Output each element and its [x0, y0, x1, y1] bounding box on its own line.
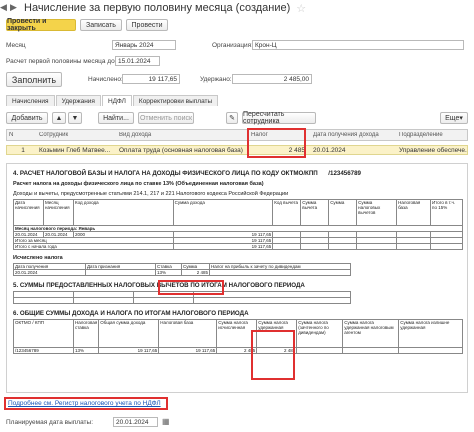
row-date[interactable]: 20.01.2024	[311, 147, 397, 154]
fill-button[interactable]: Заполнить	[6, 72, 62, 87]
tax-highlight-box	[247, 128, 306, 158]
report-panel: 4. РАСЧЕТ НАЛОГОВОЙ БАЗЫ И НАЛОГА НА ДОХ…	[6, 163, 468, 393]
t3-r-c3: 19 117,65	[158, 347, 218, 354]
rate-sum-highlight-box	[158, 280, 224, 295]
more-button[interactable]: Еще ▾	[440, 112, 468, 124]
tab-accruals[interactable]: Начисления	[6, 95, 55, 106]
register-link-box: Подробнее см. Регистр налогового учета п…	[4, 397, 168, 410]
t3-r-c0: /123456789	[13, 347, 74, 354]
income-table: Дата начисления Месяц начисления Код дох…	[13, 199, 463, 250]
withheld-highlight-box	[251, 330, 295, 380]
t3-h8: Сумма налога излишне удержанная	[398, 319, 463, 348]
calc-label: Расчет первой половины месяца до:	[6, 58, 117, 65]
section-4-title: 4. РАСЧЕТ НАЛОГОВОЙ БАЗЫ И НАЛОГА НА ДОХ…	[13, 170, 318, 177]
rate-subtitle: Расчет налога на доходы физического лица…	[13, 181, 264, 187]
forward-arrow-icon[interactable]: ▶	[10, 2, 20, 12]
accrued-field: 19 117,65	[122, 74, 180, 84]
table-row[interactable]: 1 Козьмин Глеб Матвее... Оплата труда (о…	[6, 145, 468, 155]
tab-deductions[interactable]: Удержания	[55, 95, 101, 106]
t1-h6: Сумма	[328, 199, 358, 226]
org-label: Организация:	[212, 42, 254, 49]
col-n: N	[9, 132, 14, 138]
accrued-label: Начислено:	[88, 76, 123, 83]
t1-total-ytd-label: Итого с начала года	[13, 243, 174, 250]
t3-r-c2: 19 117,65	[98, 347, 160, 354]
section-5-title: 5. СУММЫ ПРЕДОСТАВЛЕННЫХ НАЛОГОВЫХ ВЫЧЕТ…	[13, 282, 305, 289]
t1-total-ytd-value: 19 117,65	[172, 243, 274, 250]
t1-h1: Месяц начисления	[42, 199, 74, 226]
window-title: Начисление за первую половину месяца (со…	[24, 2, 291, 14]
back-arrow-icon[interactable]: ◀	[0, 2, 10, 12]
calc-tax-title: Исчислено налога	[13, 255, 63, 261]
totals-table: ОКТМО / КПП Налоговая ставка Общая сумма…	[13, 319, 463, 354]
recalc-button[interactable]: Пересчитать сотрудника	[242, 111, 316, 125]
tabs: Начисления Удержания НДФЛ Корректировки …	[6, 95, 219, 106]
t2-r-c2: 13%	[155, 269, 182, 276]
t3-h3: Налоговая база	[158, 319, 218, 348]
t2-r-c3: 2 485	[181, 269, 210, 276]
more-label: Еще	[445, 114, 460, 122]
t3-r-c1: 13%	[72, 347, 100, 354]
add-button[interactable]: Добавить	[6, 112, 48, 124]
up-arrow-icon[interactable]: ▲	[52, 112, 66, 124]
grid-header: N Сотрудник Вид дохода Налог Дата получе…	[6, 129, 468, 141]
edit-icon[interactable]: ✎	[226, 112, 238, 124]
register-link[interactable]: Подробнее см. Регистр налогового учета п…	[8, 400, 161, 407]
t3-h7: Сумма налога удержанная налоговым агенто…	[342, 319, 400, 348]
tab-ndfl[interactable]: НДФЛ	[101, 95, 132, 106]
t1-h3: Сумма дохода	[172, 199, 274, 226]
section-6-title: 6. ОБЩИЕ СУММЫ ДОХОДА И НАЛОГА ПО ИТОГАМ…	[13, 310, 249, 317]
section-4-code: /123456789	[328, 170, 361, 177]
t3-h0: ОКТМО / КПП	[13, 319, 74, 348]
col-income: Вид дохода	[119, 132, 152, 138]
t3-h6: Сумма налога (зачтенного по дивидендам)	[296, 319, 344, 348]
post-and-close-button[interactable]: Провести и закрыть	[6, 18, 76, 32]
month-field[interactable]: Январь 2024	[112, 40, 176, 50]
article-subtitle: Доходы и вычеты, предусмотренные статьям…	[13, 191, 289, 197]
title-bar: ◀ ▶ Начисление за первую половину месяца…	[0, 0, 474, 16]
month-label: Месяц	[6, 42, 26, 49]
pay-date-field[interactable]: 20.01.2024	[113, 417, 158, 427]
t1-h7: Сумма налоговых вычетов	[356, 199, 398, 226]
t1-h2: Код дохода	[72, 199, 174, 226]
star-icon[interactable]: ☆	[296, 2, 306, 15]
col-date: Дата получения дохода	[313, 132, 379, 138]
org-field[interactable]: Крон-Ц	[252, 40, 464, 50]
withheld-label: Удержано:	[200, 76, 232, 83]
row-dept[interactable]: Управление обеспече...	[397, 147, 467, 154]
row-n: 1	[21, 146, 25, 154]
withheld-field: 2 485,00	[232, 74, 312, 84]
t1-h9: Итого в т.ч. по 15%	[430, 199, 463, 226]
tab-corrections[interactable]: Корректировки выплаты	[132, 95, 219, 106]
col-dept: Подразделение	[399, 132, 443, 138]
find-button[interactable]: Найти...	[98, 112, 134, 124]
calc-date-field[interactable]: 15.01.2024	[115, 56, 160, 66]
cancel-search-button[interactable]: Отменить поиск	[138, 112, 194, 124]
col-employee: Сотрудник	[39, 132, 69, 138]
pay-date-label: Планируемая дата выплаты:	[6, 419, 93, 426]
calendar-icon[interactable]: ▦	[162, 417, 170, 426]
t3-h1: Налоговая ставка	[72, 319, 100, 348]
down-arrow-icon[interactable]: ▼	[68, 112, 82, 124]
row-employee[interactable]: Козьмин Глеб Матвее...	[37, 147, 117, 154]
t1-h0: Дата начисления	[13, 199, 44, 226]
calc-tax-table: Дата получения Дата признания Ставка Сум…	[13, 263, 351, 276]
t1-h4: Код вычета	[272, 199, 302, 226]
t2-r-c0: 20.01.2024	[13, 269, 86, 276]
row-income[interactable]: Оплата труда (основная налоговая база)	[117, 147, 249, 154]
save-button[interactable]: Записать	[80, 19, 122, 31]
t1-h5: Сумма вычета	[300, 199, 330, 226]
t3-h2: Общая сумма дохода	[98, 319, 160, 348]
t1-h8: Налоговая база	[396, 199, 432, 226]
post-button[interactable]: Провести	[126, 19, 168, 31]
